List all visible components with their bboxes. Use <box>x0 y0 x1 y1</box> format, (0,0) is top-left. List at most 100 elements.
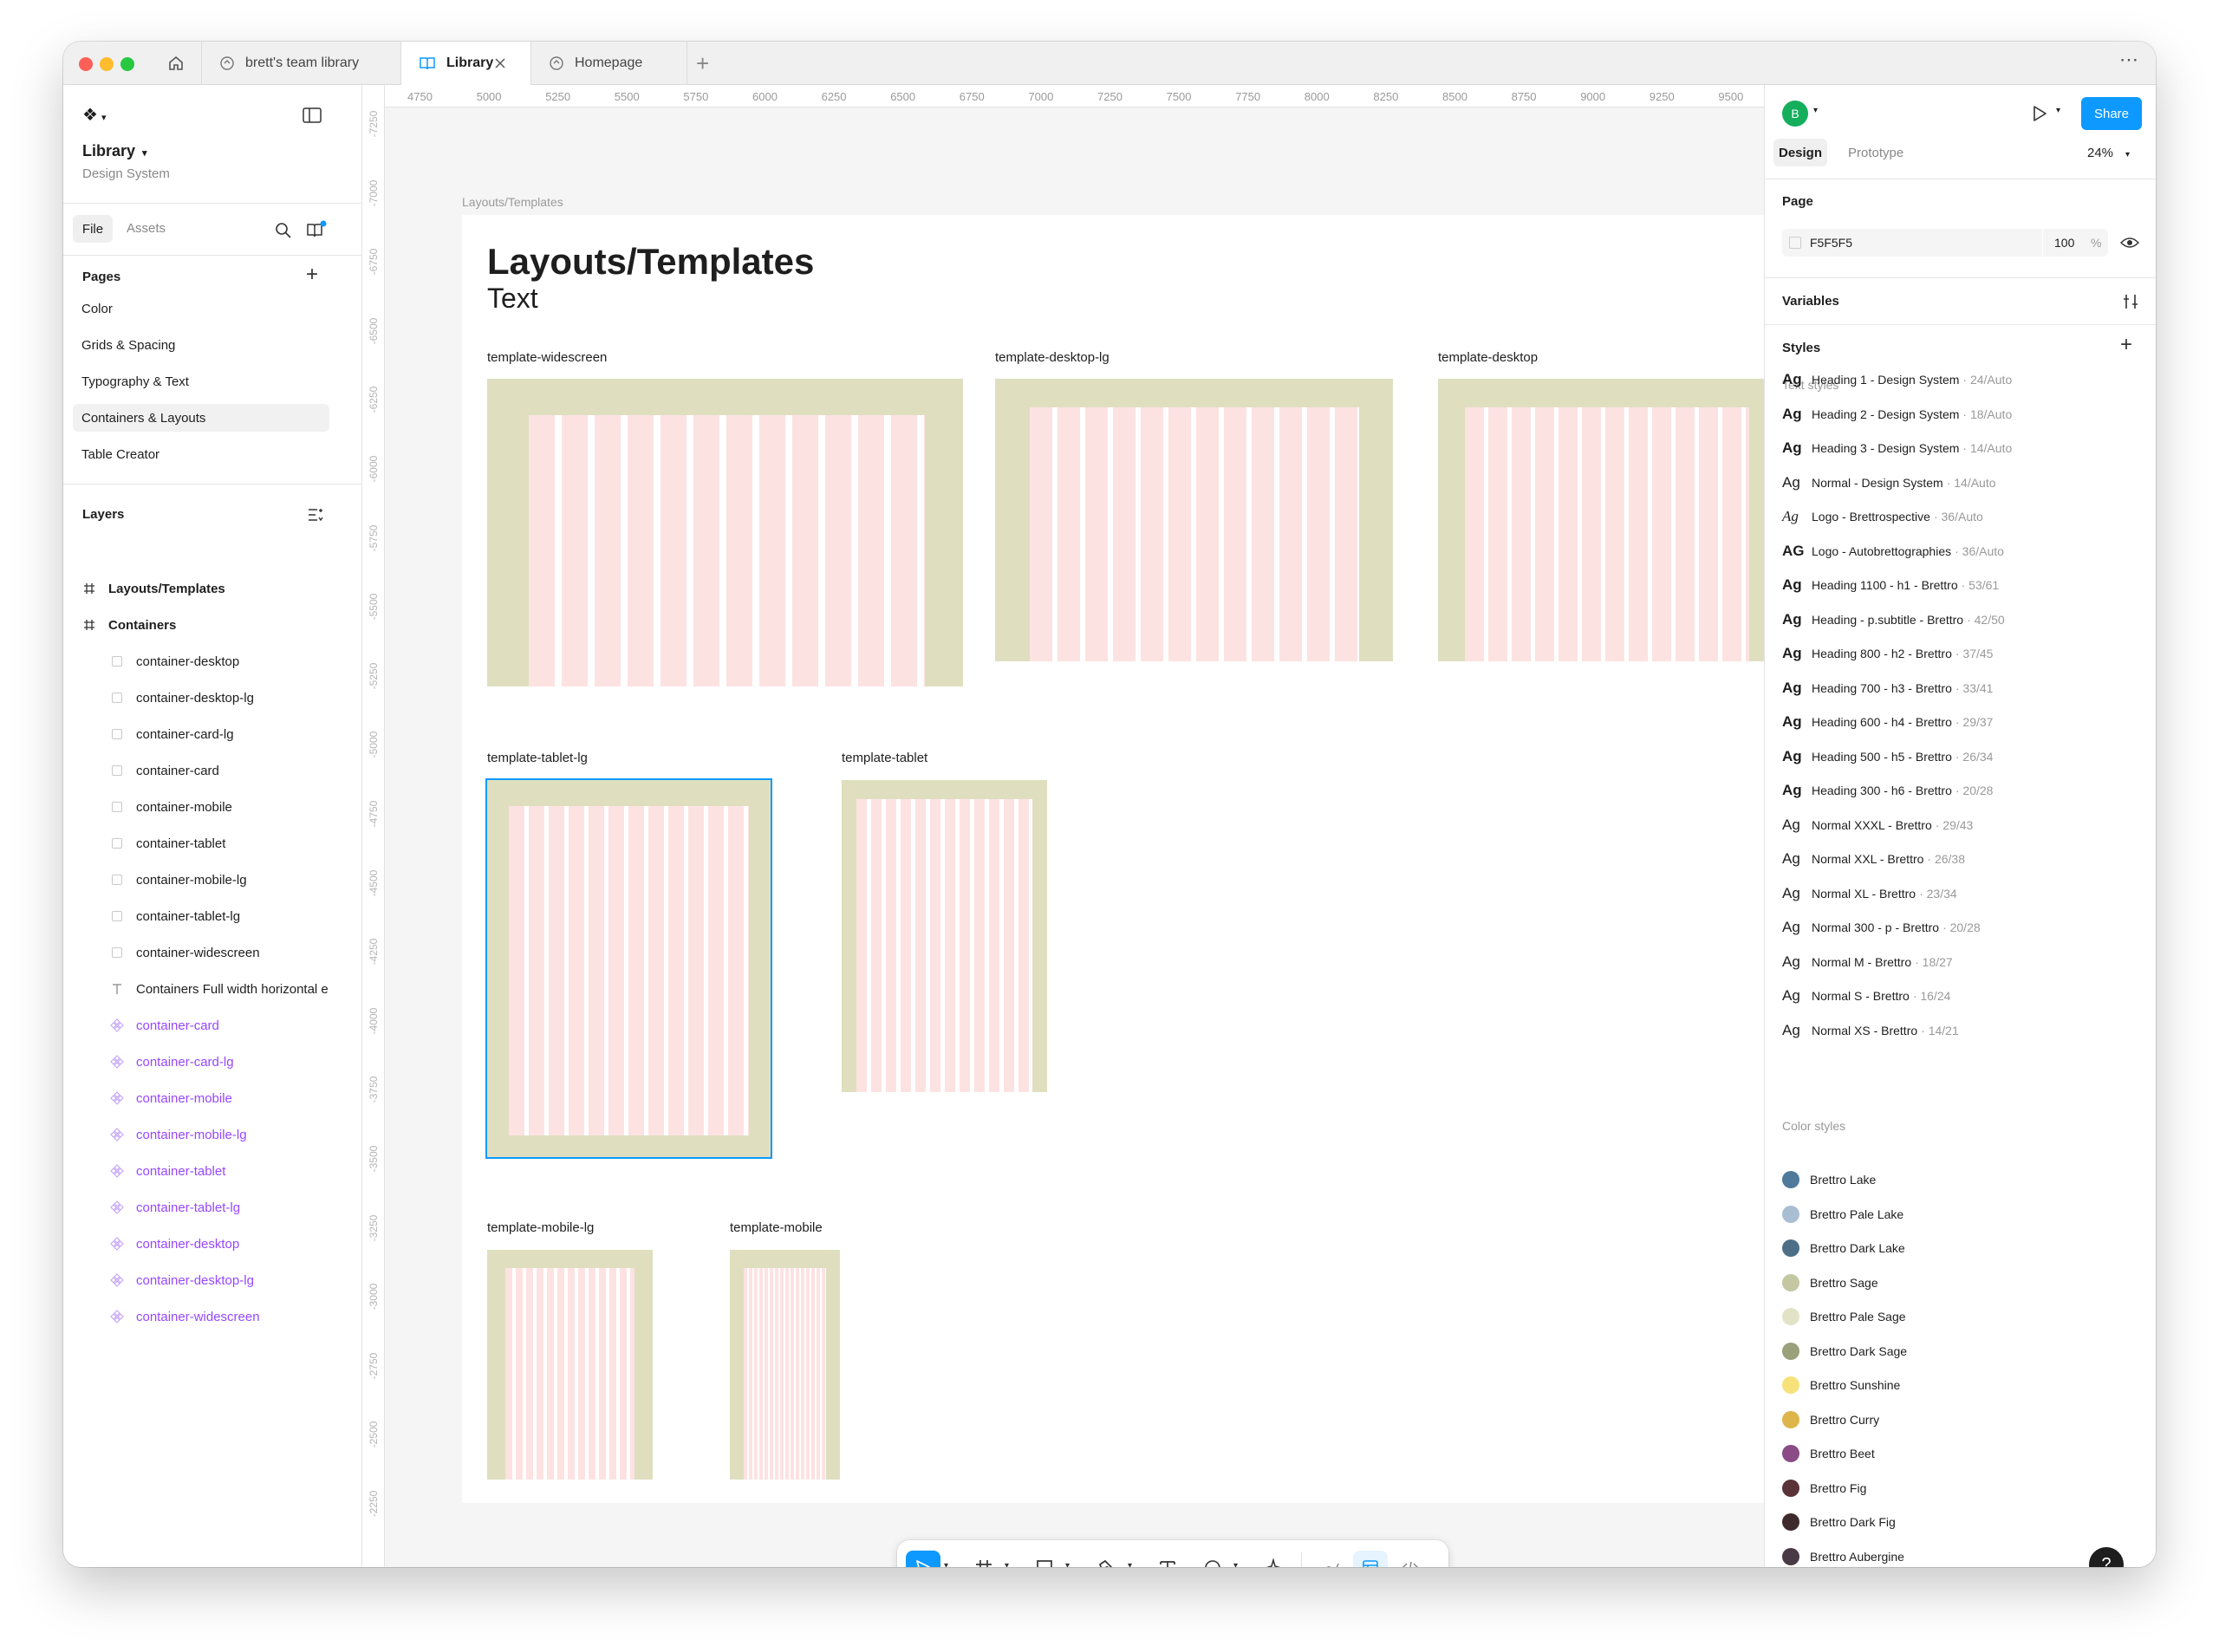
page-opacity[interactable]: 100 <box>2054 236 2074 250</box>
share-button[interactable]: Share <box>2081 97 2142 130</box>
layouts-templates-frame[interactable]: Layouts/Templates Text template-widescre… <box>462 215 1764 1503</box>
layer-item[interactable]: Containers <box>82 615 176 635</box>
close-tab-icon[interactable] <box>494 57 506 69</box>
template-widescreen[interactable] <box>487 379 963 686</box>
actions-ai-button[interactable] <box>1256 1551 1291 1567</box>
text-style-item[interactable]: Ag Normal XXXL - Brettro · 29/43 <box>1782 814 1973 836</box>
close-window-button[interactable] <box>79 57 93 71</box>
tab-file[interactable]: File <box>73 215 113 243</box>
canvas[interactable]: 4750 5000 5250 5500 5750 6000 6250 6500 6750 7000… <box>362 85 1764 1567</box>
search-icon[interactable] <box>275 222 292 239</box>
maximize-window-button[interactable] <box>120 57 134 71</box>
color-style-item[interactable]: Brettro Dark Lake <box>1782 1237 1905 1259</box>
tab-homepage[interactable]: Homepage <box>531 42 687 85</box>
page-item-containers-layouts[interactable]: Containers & Layouts <box>73 404 329 432</box>
text-style-item[interactable]: Ag Normal M - Brettro · 18/27 <box>1782 951 1953 973</box>
add-style-button[interactable]: + <box>2120 333 2132 357</box>
eye-icon[interactable] <box>2120 236 2139 250</box>
color-style-item[interactable]: Brettro Pale Lake <box>1782 1203 1903 1226</box>
file-name[interactable]: Library ▾ <box>82 142 147 160</box>
color-style-item[interactable]: Brettro Beet <box>1782 1442 1875 1465</box>
layer-item[interactable]: container-desktop <box>110 1233 239 1254</box>
layer-item[interactable]: container-mobile-lg <box>110 1124 247 1145</box>
color-style-item[interactable]: Brettro Lake <box>1782 1168 1876 1191</box>
text-style-item[interactable]: Ag Heading 1100 - h1 - Brettro · 53/61 <box>1782 574 1999 596</box>
page-item-grids[interactable]: Grids & Spacing <box>73 331 329 359</box>
text-style-item[interactable]: Ag Normal 300 - p - Brettro · 20/28 <box>1782 916 1981 939</box>
page-item-typography[interactable]: Typography & Text <box>73 367 329 395</box>
minimize-window-button[interactable] <box>100 57 114 71</box>
layer-item[interactable]: container-tablet <box>110 833 225 854</box>
color-style-item[interactable]: Brettro Pale Sage <box>1782 1305 1906 1328</box>
text-style-item[interactable]: Ag Normal XXL - Brettro · 26/38 <box>1782 848 1965 870</box>
text-style-item[interactable]: Ag Logo - Brettrospective · 36/Auto <box>1782 505 1983 528</box>
color-swatch[interactable] <box>1789 237 1801 249</box>
layer-item[interactable]: container-tablet <box>110 1161 225 1181</box>
tab-library[interactable]: Library <box>401 42 531 85</box>
template-tablet-lg[interactable] <box>485 778 772 1159</box>
text-style-item[interactable]: Ag Normal XL - Brettro · 23/34 <box>1782 882 1957 905</box>
zoom-level[interactable]: 24% ▾ <box>2087 146 2130 160</box>
dev-mode-button[interactable] <box>1393 1551 1428 1567</box>
figma-menu-icon[interactable]: ❖ ▾ <box>82 104 106 126</box>
library-book-icon[interactable] <box>306 220 327 239</box>
text-style-item[interactable]: Ag Heading 700 - h3 - Brettro · 33/41 <box>1782 677 1993 699</box>
layer-item[interactable]: container-tablet-lg <box>110 1197 240 1218</box>
color-style-item[interactable]: Brettro Sage <box>1782 1272 1878 1294</box>
tab-assets[interactable]: Assets <box>127 221 166 236</box>
chevron-down-icon[interactable]: ▾ <box>1065 1561 1070 1567</box>
add-page-button[interactable]: + <box>306 263 318 287</box>
layer-item[interactable]: container-tablet-lg <box>110 906 240 927</box>
frame-breadcrumb-label[interactable]: Layouts/Templates <box>462 195 563 209</box>
layer-item[interactable]: container-card-lg <box>110 724 234 745</box>
pen-tool-button[interactable] <box>1090 1551 1124 1567</box>
more-menu-icon[interactable]: ⋯ <box>2119 49 2139 71</box>
sidebar-toggle-icon[interactable] <box>303 107 322 123</box>
chevron-down-icon[interactable]: ▾ <box>1233 1561 1238 1567</box>
text-style-item[interactable]: Ag Heading 300 - h6 - Brettro · 20/28 <box>1782 779 1993 802</box>
text-style-item[interactable]: Ag Heading 2 - Design System · 18/Auto <box>1782 403 2012 426</box>
page-item-color[interactable]: Color <box>73 295 329 322</box>
template-mobile[interactable] <box>730 1250 840 1480</box>
color-style-item[interactable]: Brettro Dark Sage <box>1782 1340 1907 1363</box>
help-button[interactable]: ? <box>2089 1547 2124 1567</box>
home-tab[interactable] <box>150 42 202 85</box>
color-style-item[interactable]: Brettro Fig <box>1782 1477 1866 1499</box>
tab-design[interactable]: Design <box>1773 139 1827 166</box>
color-style-item[interactable]: Brettro Dark Fig <box>1782 1511 1896 1533</box>
layer-item[interactable]: container-desktop-lg <box>110 687 254 708</box>
text-style-item[interactable]: Ag Heading 500 - h5 - Brettro · 26/34 <box>1782 745 1993 768</box>
text-style-item[interactable]: Ag Normal S - Brettro · 16/24 <box>1782 985 1950 1007</box>
color-style-item[interactable]: Brettro Curry <box>1782 1408 1879 1431</box>
tab-team-library[interactable]: brett's team library <box>202 42 401 85</box>
variables-settings-icon[interactable] <box>2122 293 2139 310</box>
layer-item[interactable]: container-mobile <box>110 1088 232 1109</box>
page-background-field[interactable]: F5F5F5 100 % <box>1782 229 2108 257</box>
draw-mode-button[interactable] <box>1313 1551 1348 1567</box>
new-tab-button[interactable]: + <box>696 50 709 77</box>
layer-item[interactable]: Layouts/Templates <box>82 578 225 599</box>
color-style-item[interactable]: Brettro Aubergine <box>1782 1545 1904 1568</box>
template-desktop-lg[interactable] <box>995 379 1393 661</box>
layer-item[interactable]: container-desktop <box>110 651 239 672</box>
text-style-item[interactable]: AG Logo - Autobrettographies · 36/Auto <box>1782 540 2004 563</box>
text-style-item[interactable]: Ag Normal - Design System · 14/Auto <box>1782 472 1996 494</box>
chevron-down-icon[interactable]: ▾ <box>1813 106 1818 115</box>
design-mode-button[interactable] <box>1353 1551 1388 1567</box>
layer-item[interactable]: Containers Full width horizontal e <box>110 979 329 999</box>
present-play-icon[interactable] <box>2030 104 2049 123</box>
text-style-item[interactable]: Ag Heading 1 - Design System · 24/Auto <box>1782 368 2012 391</box>
text-tool-button[interactable] <box>1150 1551 1185 1567</box>
layer-item[interactable]: container-mobile-lg <box>110 869 247 890</box>
chevron-down-icon[interactable]: ▾ <box>944 1561 948 1567</box>
shape-tool-button[interactable] <box>1027 1551 1062 1567</box>
layer-item[interactable]: container-widescreen <box>110 1306 260 1327</box>
chevron-down-icon[interactable]: ▾ <box>1128 1561 1132 1567</box>
layers-filter-icon[interactable] <box>308 508 323 522</box>
template-mobile-lg[interactable] <box>487 1250 653 1480</box>
frame-tool-button[interactable] <box>966 1551 1001 1567</box>
template-tablet[interactable] <box>842 780 1047 1092</box>
text-style-item[interactable]: Ag Heading 800 - h2 - Brettro · 37/45 <box>1782 642 1993 665</box>
chevron-down-icon[interactable]: ▾ <box>1005 1561 1009 1567</box>
layer-item[interactable]: container-mobile <box>110 797 232 817</box>
